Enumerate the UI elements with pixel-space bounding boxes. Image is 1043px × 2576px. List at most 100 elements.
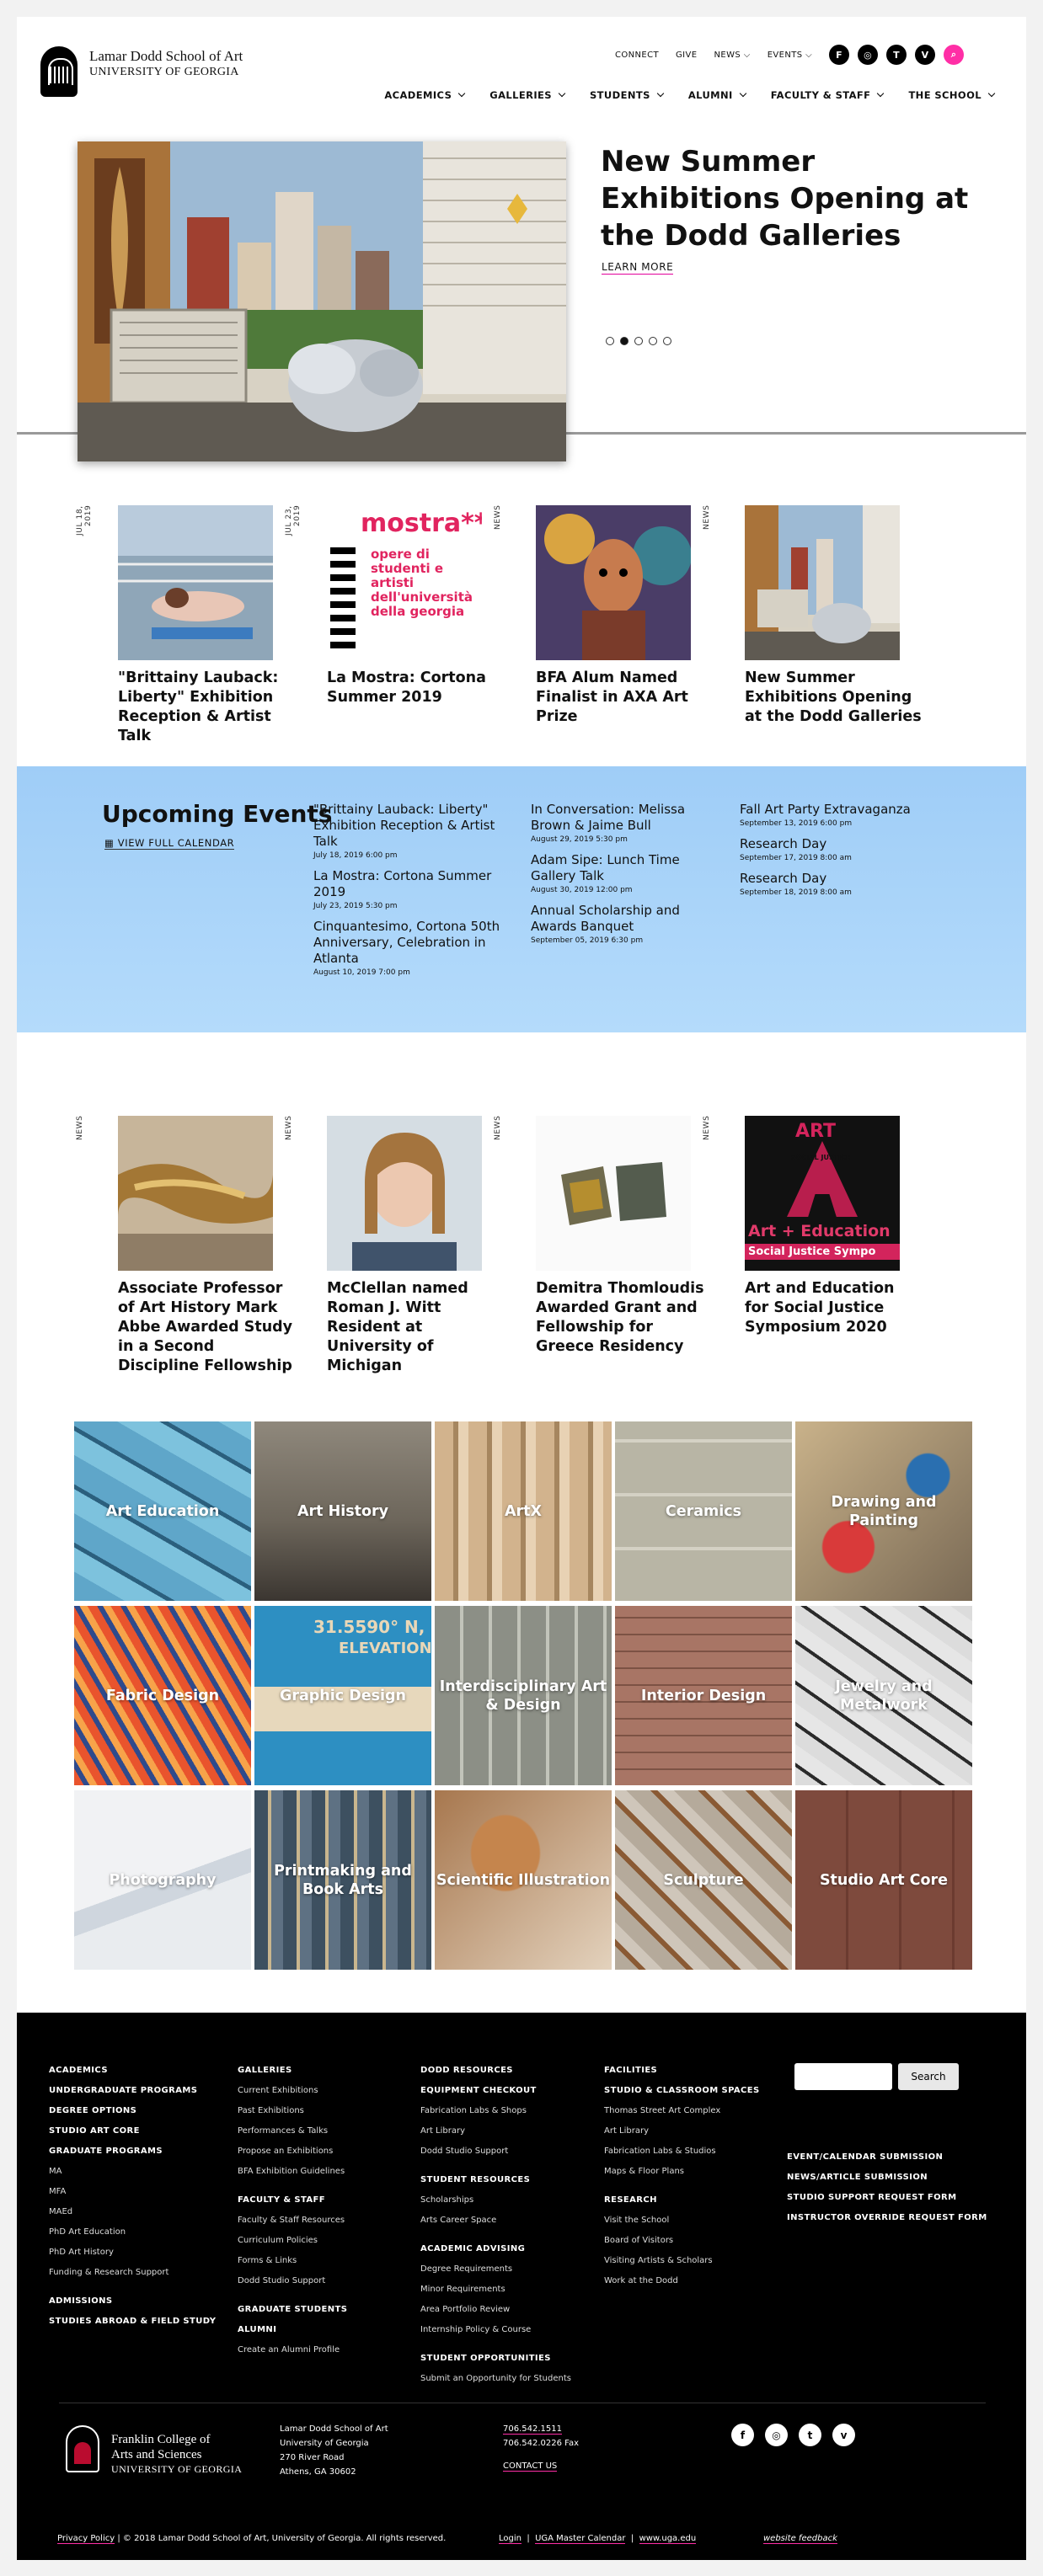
nav-alumni[interactable]: ALUMNI <box>688 89 746 101</box>
footer-search-input[interactable] <box>794 2063 892 2090</box>
event-item[interactable]: Research Day September 18, 2019 8:00 am <box>740 871 933 897</box>
footer-link[interactable]: Thomas Street Art Complex <box>604 2101 760 2121</box>
twitter-icon[interactable]: t <box>799 2424 821 2446</box>
footer-link[interactable]: PhD Art History <box>49 2243 216 2263</box>
facebook-icon[interactable]: f <box>731 2424 754 2446</box>
vimeo-icon[interactable]: v <box>915 45 936 65</box>
footer-heading-link[interactable]: RESEARCH <box>604 2190 760 2211</box>
area-tile-ceramics[interactable]: Ceramics <box>615 1421 792 1601</box>
footer-link[interactable]: Curriculum Policies <box>238 2231 347 2251</box>
area-tile-studio-art-core[interactable]: Studio Art Core <box>795 1790 972 1970</box>
footer-heading-link[interactable]: STUDIO & CLASSROOM SPACES <box>604 2081 760 2101</box>
footer-link[interactable]: Work at the Dodd <box>604 2271 760 2291</box>
footer-link[interactable]: Past Exhibitions <box>238 2101 347 2121</box>
footer-heading-link[interactable]: STUDENT OPPORTUNITIES <box>420 2349 571 2369</box>
vimeo-icon[interactable]: v <box>832 2424 855 2446</box>
event-item[interactable]: Cinquantesimo, Cortona 50th Anniversary,… <box>313 919 516 977</box>
footer-link[interactable]: PhD Art Education <box>49 2222 216 2243</box>
footer-link[interactable]: Submit an Opportunity for Students <box>420 2369 571 2389</box>
area-tile-printmaking-and-book-arts[interactable]: Printmaking and Book Arts <box>254 1790 431 1970</box>
footer-link[interactable]: Performances & Talks <box>238 2121 347 2141</box>
footer-heading-link[interactable]: UNDERGRADUATE PROGRAMS <box>49 2081 216 2101</box>
area-tile-scientific-illustration[interactable]: Scientific Illustration <box>435 1790 612 1970</box>
footer-link[interactable]: Dodd Studio Support <box>238 2271 347 2291</box>
news-card[interactable]: NEWS Demitra Thomloudis Awarded Grant an… <box>494 1116 704 1357</box>
news-title[interactable]: Demitra Thomloudis Awarded Grant and Fel… <box>536 1279 713 1357</box>
privacy-policy-link[interactable]: Privacy Policy <box>57 2534 115 2544</box>
footer-link[interactable]: Art Library <box>604 2121 760 2141</box>
footer-heading-link[interactable]: ACADEMIC ADVISING <box>420 2239 571 2259</box>
footer-heading-link[interactable]: EVENT/CALENDAR SUBMISSION <box>787 2147 987 2168</box>
footer-link[interactable]: Fabrication Labs & Studios <box>604 2141 760 2162</box>
nav-academics[interactable]: ACADEMICS <box>384 89 466 101</box>
footer-heading-link[interactable]: GRADUATE PROGRAMS <box>49 2141 216 2162</box>
news-title[interactable]: McClellan named Roman J. Witt Resident a… <box>327 1279 504 1376</box>
footer-heading-link[interactable]: ACADEMICS <box>49 2061 216 2081</box>
footer-link[interactable]: Area Portfolio Review <box>420 2300 571 2320</box>
footer-heading-link[interactable]: GRADUATE STUDENTS <box>238 2300 347 2320</box>
nav-faculty-staff[interactable]: FACULTY & STAFF <box>771 89 885 101</box>
news-card[interactable]: JUL 18, 2019 "Brittainy Lauback: Liberty… <box>76 505 278 746</box>
event-item[interactable]: In Conversation: Melissa Brown & Jaime B… <box>531 802 699 844</box>
footer-heading-link[interactable]: DEGREE OPTIONS <box>49 2101 216 2121</box>
util-connect[interactable]: CONNECT <box>615 51 659 60</box>
footer-heading-link[interactable]: ALUMNI <box>238 2320 347 2340</box>
area-tile-artx[interactable]: ArtX <box>435 1421 612 1601</box>
footer-link[interactable]: Funding & Research Support <box>49 2263 216 2283</box>
franklin-college-logo[interactable]: Franklin College of Arts and Sciences UN… <box>66 2425 242 2476</box>
news-title[interactable]: "Brittainy Lauback: Liberty" Exhibition … <box>118 669 295 746</box>
event-item[interactable]: La Mostra: Cortona Summer 2019 July 23, 2… <box>313 868 516 910</box>
footer-link[interactable]: MA <box>49 2162 216 2182</box>
footer-link[interactable]: Minor Requirements <box>420 2280 571 2300</box>
footer-link[interactable]: Internship Policy & Course <box>420 2320 571 2340</box>
carousel-dot[interactable] <box>634 337 643 345</box>
footer-link[interactable]: Propose an Exhibitions <box>238 2141 347 2162</box>
news-card[interactable]: NEWS Associate Professor of Art History … <box>76 1116 292 1376</box>
news-title[interactable]: Associate Professor of Art History Mark … <box>118 1279 295 1376</box>
login-link[interactable]: Login <box>499 2534 522 2544</box>
uga-master-calendar-link[interactable]: UGA Master Calendar <box>535 2534 626 2544</box>
footer-link[interactable]: MAEd <box>49 2202 216 2222</box>
news-card[interactable]: NEWS McClellan named Roman J. Witt Resid… <box>285 1116 483 1376</box>
area-tile-art-education[interactable]: Art Education <box>74 1421 251 1601</box>
news-card[interactable]: NEWS BFA Alum Named Finalist in AXA Art … <box>494 505 692 727</box>
area-tile-photography[interactable]: Photography <box>74 1790 251 1970</box>
news-title[interactable]: BFA Alum Named Finalist in AXA Art Prize <box>536 669 713 727</box>
news-card[interactable]: NEWS ART SOCIAL JUSTICE Art + Education … <box>703 1116 901 1337</box>
carousel-dot[interactable] <box>649 337 657 345</box>
hero-learn-more-link[interactable]: LEARN MORE <box>602 261 674 275</box>
footer-heading-link[interactable]: INSTRUCTOR OVERRIDE REQUEST FORM <box>787 2208 987 2228</box>
footer-link[interactable]: Visit the School <box>604 2211 760 2231</box>
footer-heading-link[interactable]: EQUIPMENT CHECKOUT <box>420 2081 571 2101</box>
carousel-dot-active[interactable] <box>620 337 628 345</box>
footer-link[interactable]: Faculty & Staff Resources <box>238 2211 347 2231</box>
facebook-icon[interactable]: f <box>829 45 850 65</box>
footer-heading-link[interactable]: GALLERIES <box>238 2061 347 2081</box>
event-item[interactable]: Annual Scholarship and Awards Banquet Sep… <box>531 903 699 945</box>
carousel-dot[interactable] <box>663 337 671 345</box>
footer-link[interactable]: Scholarships <box>420 2190 571 2211</box>
news-card[interactable]: JUL 23, 2019 mostra** opere di studenti … <box>285 505 486 707</box>
instagram-icon[interactable]: ◎ <box>765 2424 788 2446</box>
phone-link[interactable]: 706.542.1511 <box>503 2424 562 2435</box>
area-tile-jewelry-and-metalwork[interactable]: Jewelry and Metalwork <box>795 1606 972 1785</box>
footer-heading-link[interactable]: FACILITIES <box>604 2061 760 2081</box>
twitter-icon[interactable]: t <box>886 45 907 65</box>
instagram-icon[interactable]: ◎ <box>858 45 879 65</box>
footer-link[interactable]: Maps & Floor Plans <box>604 2162 760 2182</box>
footer-link[interactable]: BFA Exhibition Guidelines <box>238 2162 347 2182</box>
footer-heading-link[interactable]: STUDIO SUPPORT REQUEST FORM <box>787 2188 987 2208</box>
util-events[interactable]: EVENTS ⌵ <box>768 51 812 60</box>
news-title[interactable]: Art and Education for Social Justice Sym… <box>745 1279 922 1337</box>
footer-heading-link[interactable]: STUDENT RESOURCES <box>420 2170 571 2190</box>
footer-link[interactable]: Dodd Studio Support <box>420 2141 571 2162</box>
area-tile-fabric-design[interactable]: Fabric Design <box>74 1606 251 1785</box>
nav-the-school[interactable]: THE SCHOOL <box>908 89 996 101</box>
area-tile-graphic-design[interactable]: 31.5590° N, 35.4 ELEVATION: -1. Graphic … <box>254 1606 431 1785</box>
footer-link[interactable]: Forms & Links <box>238 2251 347 2271</box>
footer-heading-link[interactable]: ADMISSIONS <box>49 2291 216 2312</box>
news-card[interactable]: NEWS New Summer Exhibitions Opening at t… <box>703 505 922 727</box>
nav-students[interactable]: STUDENTS <box>590 89 665 101</box>
search-icon[interactable]: ⌕ <box>944 45 965 65</box>
nav-galleries[interactable]: GALLERIES <box>489 89 566 101</box>
